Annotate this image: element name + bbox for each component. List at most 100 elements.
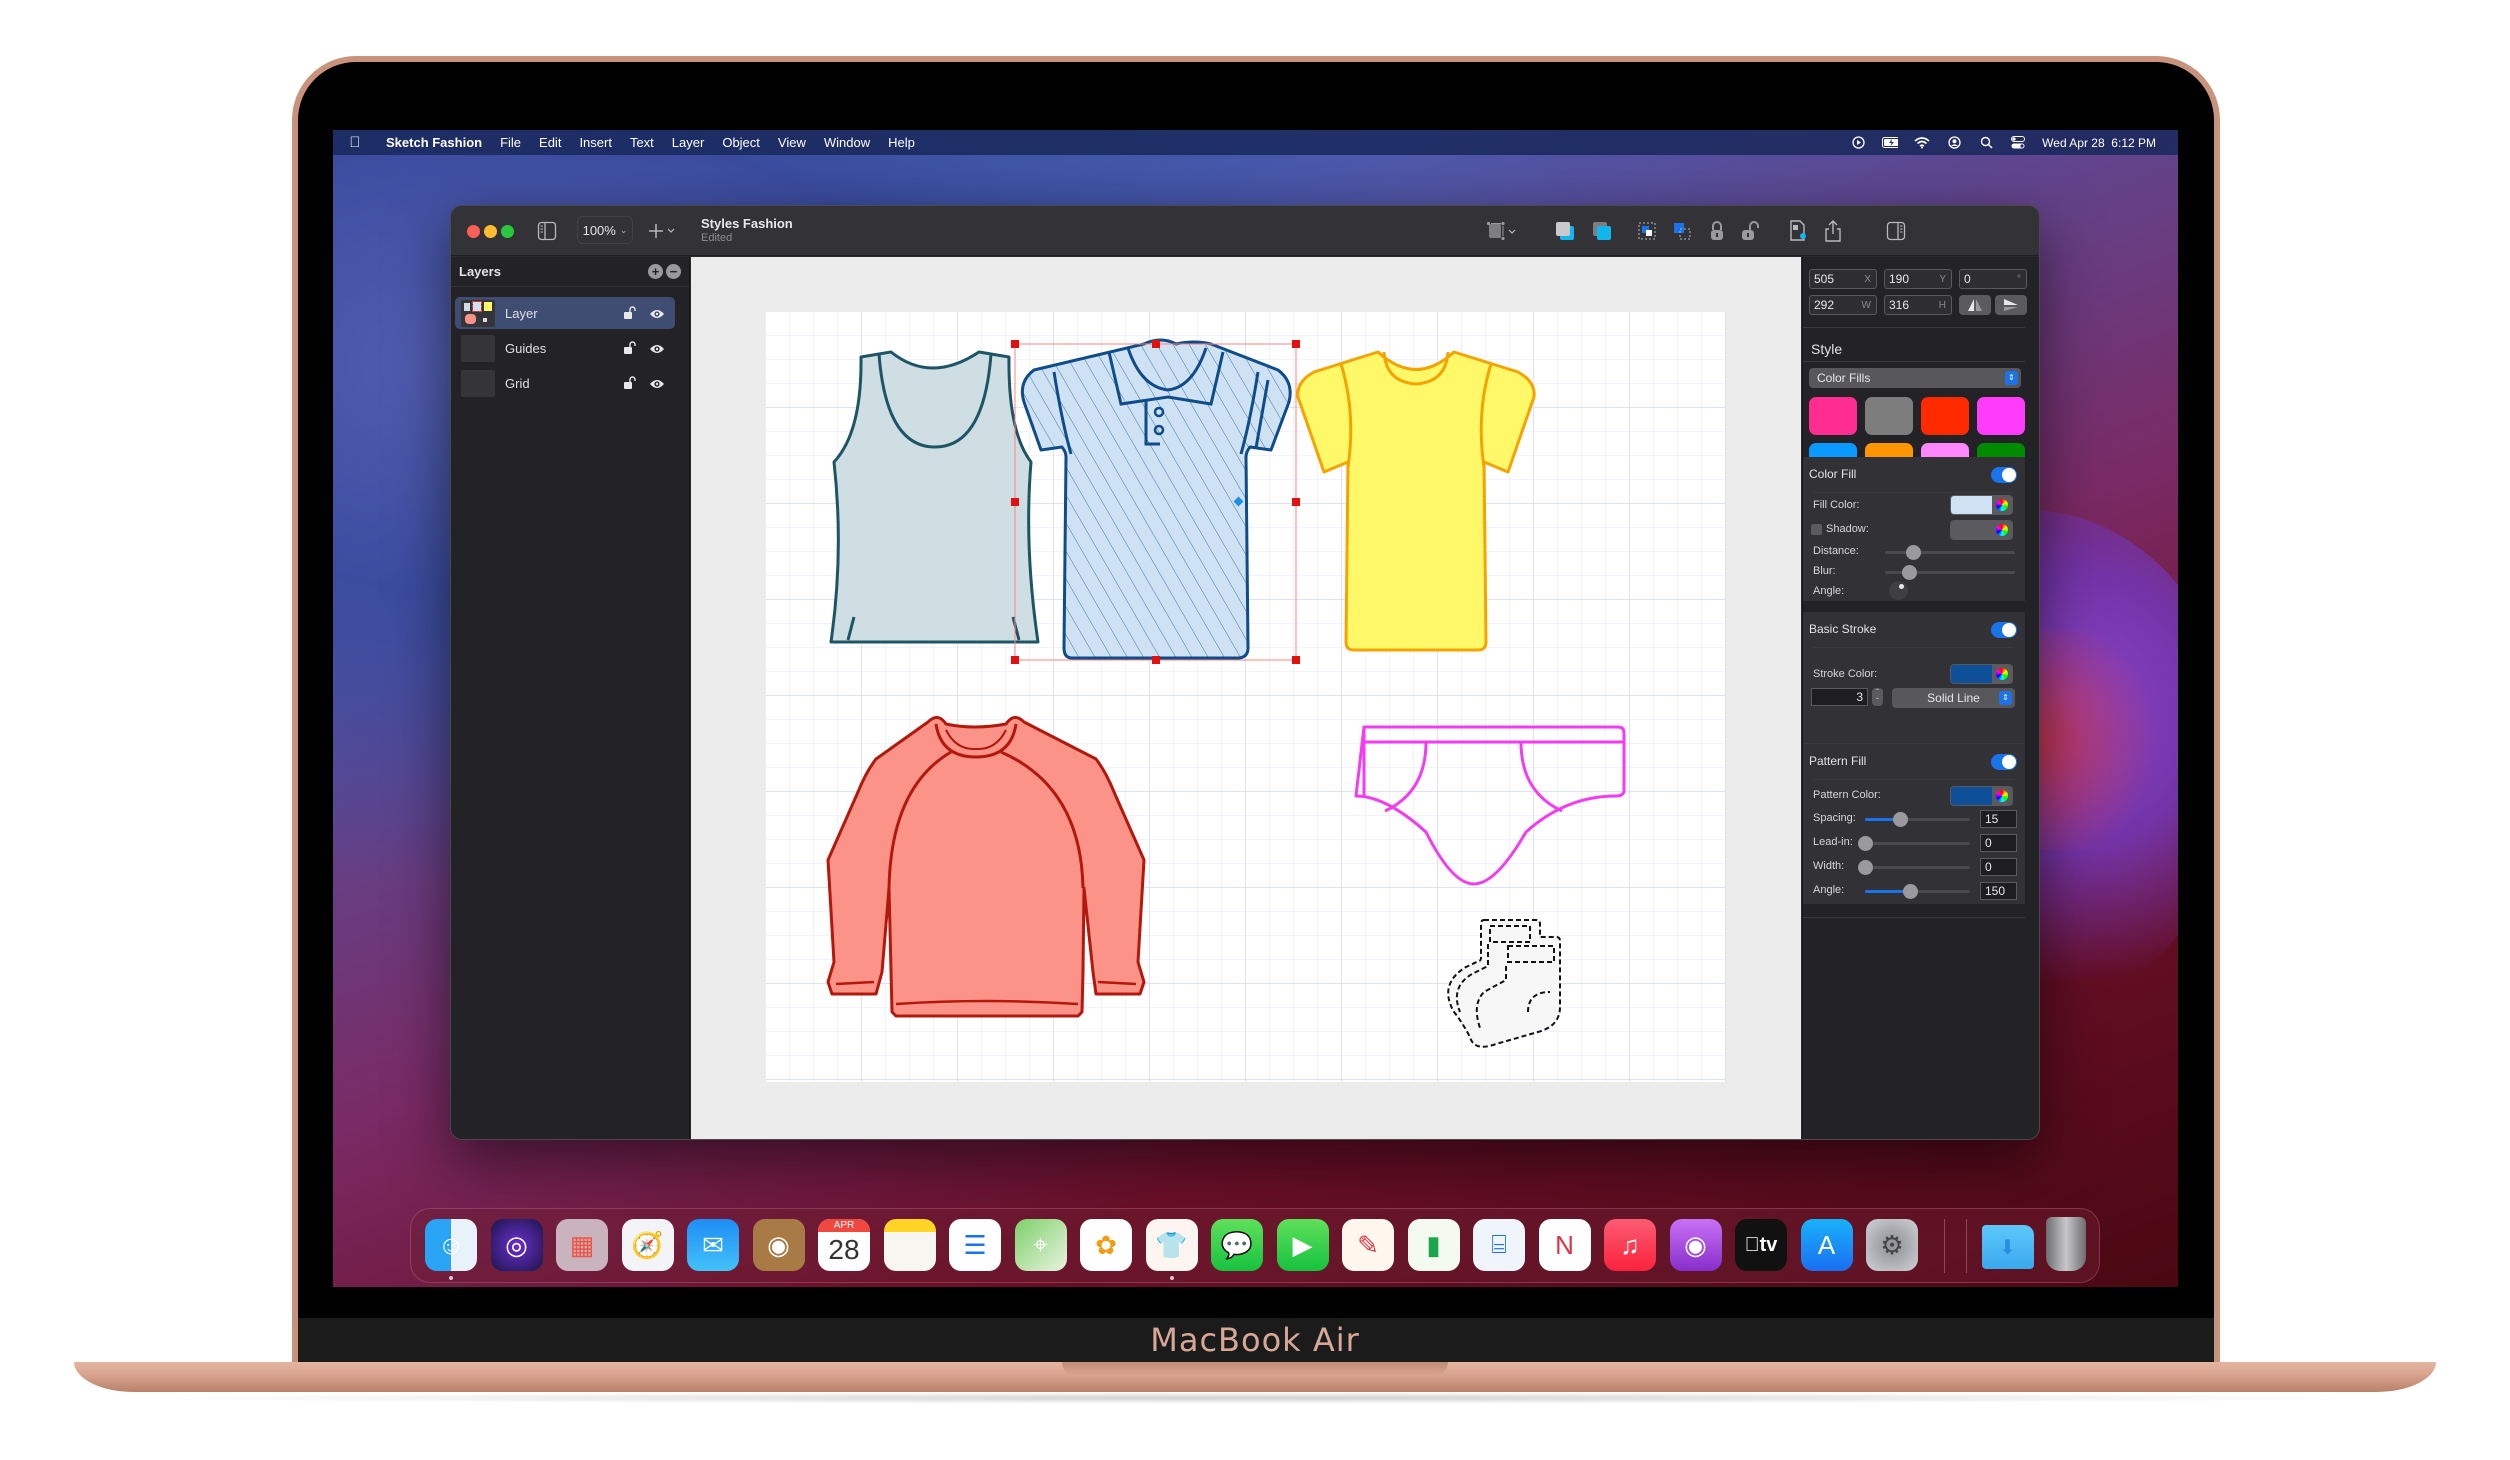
layer-row-grid[interactable]: Grid [455,367,675,399]
pattern-row-value[interactable]: 0 [1980,834,2017,852]
menu-app-name[interactable]: Sketch Fashion [377,135,491,150]
shadow-color-well[interactable] [1950,520,2013,540]
eye-icon[interactable] [649,377,665,389]
canvas[interactable] [691,257,1801,1139]
siri-icon[interactable]: ◎ [490,1219,543,1271]
facetime-icon[interactable]: ▶ [1276,1219,1329,1271]
color-swatch[interactable] [1977,397,2025,435]
pattern-row-value[interactable]: 15 [1980,810,2017,828]
send-backward-button[interactable] [1588,216,1616,246]
app-store-icon[interactable]: A [1800,1219,1853,1271]
document-settings-button[interactable] [1786,216,1810,246]
eye-icon[interactable] [649,342,665,354]
sketch-fashion-icon[interactable]: 👕 [1145,1219,1198,1271]
lock-button[interactable] [1705,216,1729,246]
contacts-icon[interactable]: ◉ [752,1219,805,1271]
safari-icon[interactable]: 🧭 [621,1219,674,1271]
menu-layer[interactable]: Layer [663,135,714,150]
control-center-icon[interactable] [2010,136,2026,150]
pattern-row-slider[interactable] [1858,836,1970,851]
podcasts-icon[interactable]: ◉ [1669,1219,1722,1271]
resize-handle[interactable] [1292,656,1300,664]
slider-knob[interactable] [1903,884,1919,899]
artboard[interactable] [766,312,1726,1082]
calendar-icon[interactable]: APR 28 [818,1219,870,1271]
layer-row-guides[interactable]: Guides [455,332,675,364]
slider-knob[interactable] [1858,860,1873,875]
menu-file[interactable]: File [491,135,530,150]
y-field[interactable]: 190 Y [1884,269,1952,289]
color-fill-toggle[interactable] [1991,467,2017,483]
style-preset-select[interactable]: Color Fills ⇕ [1809,368,2021,388]
garment-polo-shirt[interactable] [1020,338,1292,660]
zoom-window-button[interactable] [501,225,514,238]
garment-sweatshirt[interactable] [826,716,1146,1018]
menu-help[interactable]: Help [879,135,924,150]
keynote-icon[interactable]: ⌸ [1473,1219,1525,1271]
menu-edit[interactable]: Edit [530,135,570,150]
resize-handle[interactable] [1292,498,1300,506]
eye-icon[interactable] [649,307,665,319]
play-circle-icon[interactable] [1850,136,1866,150]
slider-knob[interactable] [1892,812,1908,827]
resize-handle[interactable] [1011,498,1019,506]
sidebar-toggle-button[interactable] [533,216,561,246]
finder-icon[interactable]: ☺ [425,1219,477,1271]
add-layer-button[interactable]: + [648,264,663,279]
maps-icon[interactable]: ⌖ [1014,1219,1067,1271]
rotation-field[interactable]: 0 ° [1959,269,2027,289]
slider-knob[interactable] [1906,545,1921,560]
group-button[interactable] [1634,216,1660,246]
share-button[interactable] [1821,216,1845,246]
stroke-color-well[interactable] [1950,664,2013,684]
unlock-icon[interactable] [623,341,637,355]
resize-handle[interactable] [1152,656,1160,664]
insert-button[interactable] [643,216,683,246]
pattern-row-slider[interactable] [1858,860,1970,875]
menu-insert[interactable]: Insert [570,135,621,150]
numbers-icon[interactable]: ▮ [1407,1219,1460,1271]
remove-layer-button[interactable]: − [666,264,681,279]
garment-briefs[interactable] [1354,725,1626,886]
unlock-button[interactable] [1738,216,1762,246]
bring-forward-button[interactable] [1551,216,1579,246]
zoom-level-select[interactable]: 100% ⌄ [577,216,633,244]
menu-window[interactable]: Window [815,135,879,150]
pattern-color-well[interactable] [1950,786,2013,806]
pattern-row-slider[interactable] [1865,812,1970,827]
flip-vertical-button[interactable] [1995,295,2027,315]
stroke-width-stepper[interactable]: ˆˇ [1872,688,1883,706]
shadow-angle-dial[interactable] [1889,581,1908,600]
messages-icon[interactable]: 💬 [1211,1219,1263,1271]
garment-socks[interactable] [1447,919,1561,1048]
reminders-icon[interactable]: ☰ [949,1219,1001,1271]
garment-t-shirt[interactable] [1296,350,1536,652]
pattern-row-slider[interactable] [1865,884,1970,899]
ungroup-button[interactable] [1669,216,1695,246]
launchpad-icon[interactable]: ▦ [556,1219,608,1271]
menu-view[interactable]: View [769,135,815,150]
slider-knob[interactable] [1858,836,1873,851]
resize-handle[interactable] [1292,340,1300,348]
height-field[interactable]: 316 H [1884,295,1952,315]
battery-charging-icon[interactable] [1882,136,1899,150]
pattern-row-value[interactable]: 0 [1980,858,2017,876]
stroke-width-field[interactable]: 3 [1811,688,1868,706]
artboard-button[interactable] [1483,216,1521,246]
color-swatch[interactable] [1865,397,1913,435]
color-swatch[interactable] [1921,397,1969,435]
wifi-icon[interactable] [1914,136,1930,150]
blur-slider[interactable] [1885,565,2015,580]
layer-row-layer[interactable]: Layer [455,297,675,329]
user-icon[interactable] [1946,136,1962,150]
minimize-window-button[interactable] [484,225,497,238]
photos-icon[interactable]: ✿ [1080,1219,1132,1271]
shadow-checkbox[interactable] [1811,524,1822,535]
resize-handle[interactable] [1011,340,1019,348]
close-window-button[interactable] [467,225,480,238]
distance-slider[interactable] [1885,545,2015,560]
pages-icon[interactable]: ✎ [1342,1219,1394,1271]
resize-handle[interactable] [1152,340,1160,348]
color-swatch[interactable] [1809,397,1857,435]
resize-handle[interactable] [1011,656,1019,664]
